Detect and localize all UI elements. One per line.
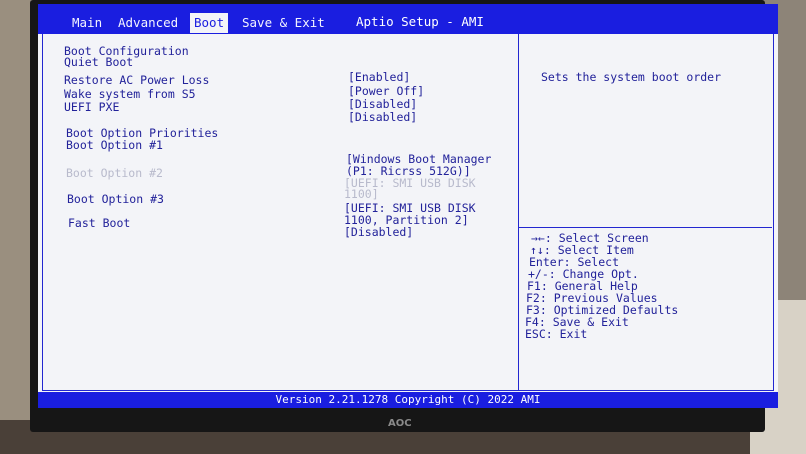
tab-save-exit[interactable]: Save & Exit [238,13,329,33]
setting-fast-boot[interactable]: Fast Boot [68,216,130,230]
tab-main[interactable]: Main [68,13,106,33]
bottom-status-bar: Version 2.21.1278 Copyright (C) 2022 AMI [38,392,778,408]
tab-boot[interactable]: Boot [190,13,229,33]
value-wake-s5[interactable]: [Disabled] [348,97,417,111]
wall [0,0,30,454]
setting-uefi-pxe[interactable]: UEFI PXE [64,100,119,114]
boot-option-3[interactable]: Boot Option #3 [67,192,164,206]
setting-quiet-boot[interactable]: Quiet Boot [64,55,133,69]
value-quiet-boot[interactable]: [Enabled] [348,70,410,84]
value-boot-option-2-line2[interactable]: 1100] [344,187,379,201]
version-text: Version 2.21.1278 Copyright (C) 2022 AMI [275,393,541,406]
tab-advanced[interactable]: Advanced [114,13,182,33]
monitor-logo: AOC [388,418,412,429]
boot-option-2[interactable]: Boot Option #2 [66,166,163,180]
keys-divider [519,227,772,228]
value-restore-ac[interactable]: [Power Off] [348,84,424,98]
setting-restore-ac[interactable]: Restore AC Power Loss [64,73,209,87]
value-fast-boot[interactable]: [Disabled] [344,225,413,239]
help-text: Sets the system boot order [541,70,722,84]
setting-wake-s5[interactable]: Wake system from S5 [64,87,196,101]
bios-screen: Main Advanced Boot Save & Exit Aptio Set… [38,4,778,408]
key-hint-esc: ESC: Exit [525,327,588,341]
top-menu-bar: Main Advanced Boot Save & Exit Aptio Set… [38,4,778,34]
boot-option-1[interactable]: Boot Option #1 [66,138,163,152]
value-uefi-pxe[interactable]: [Disabled] [348,110,417,124]
setup-title: Aptio Setup - AMI [356,14,484,29]
help-divider [518,34,519,390]
